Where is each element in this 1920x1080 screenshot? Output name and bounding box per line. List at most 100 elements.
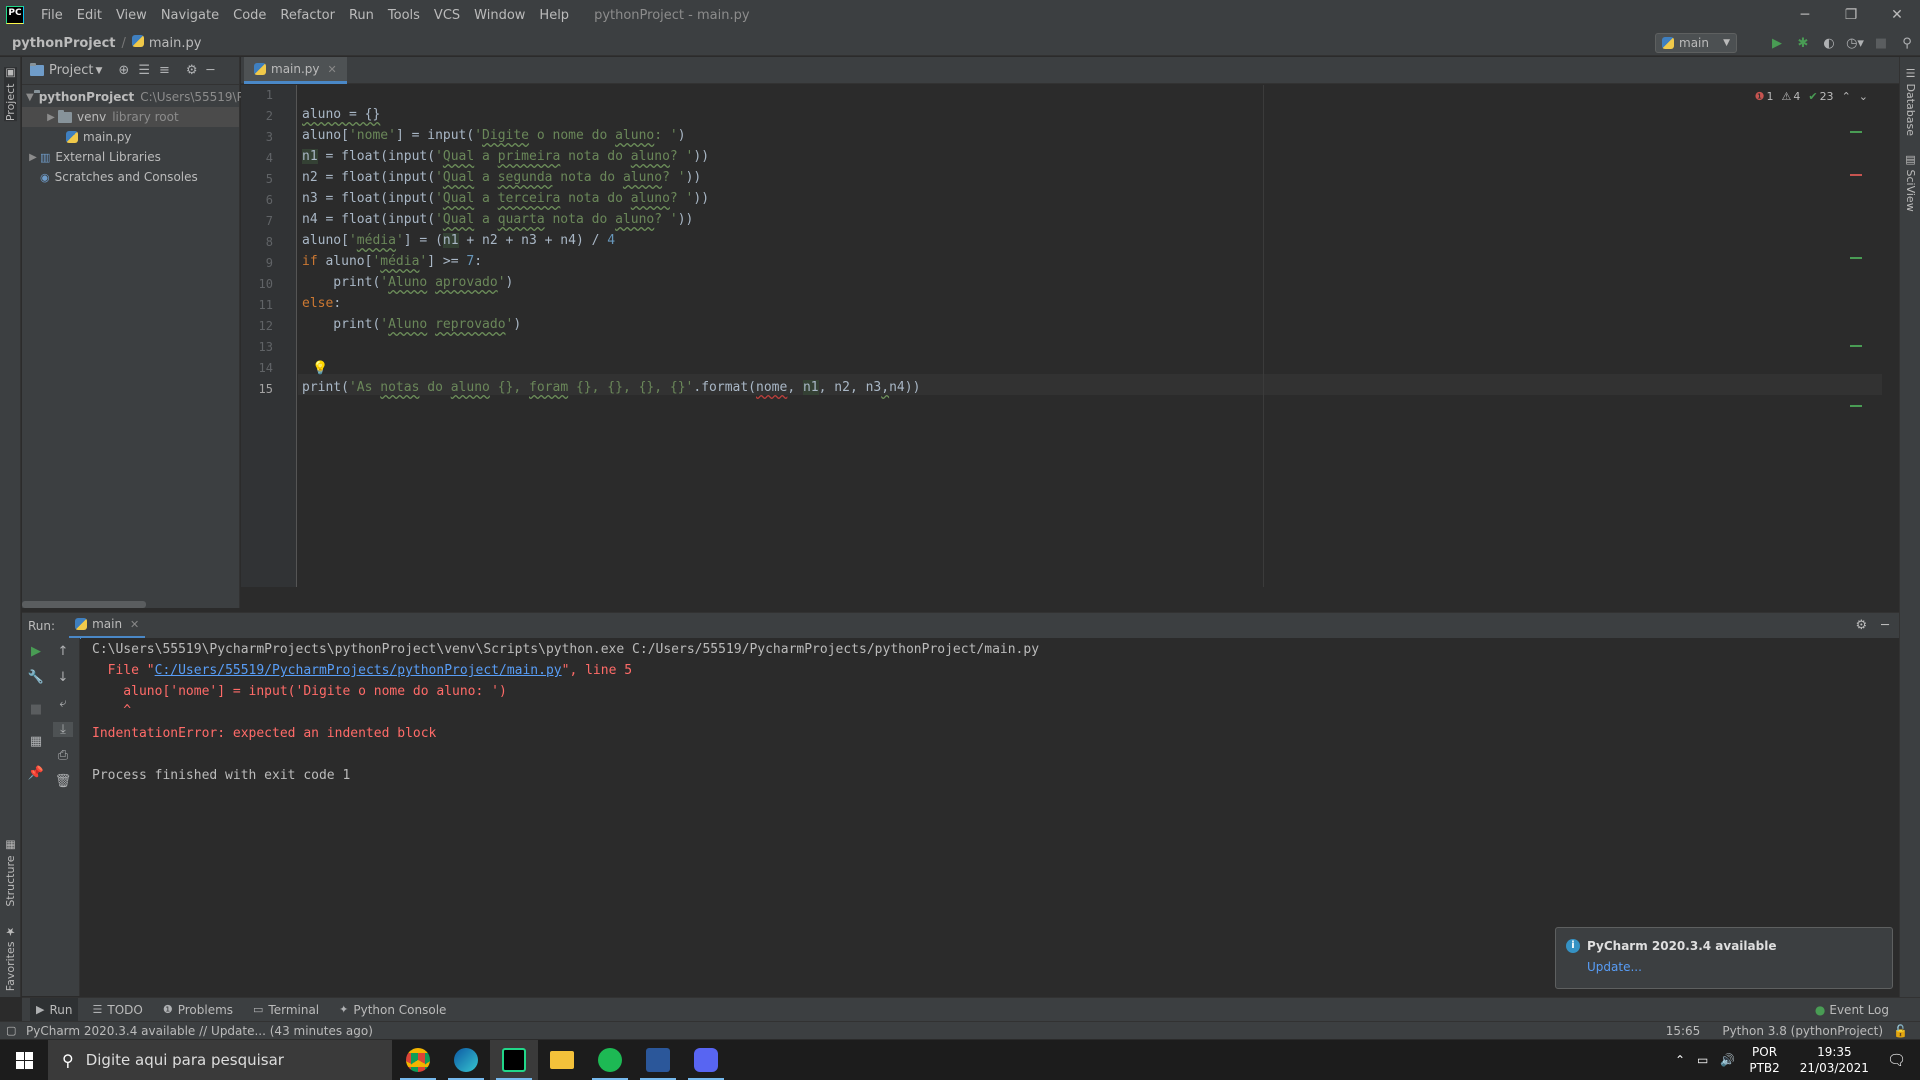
expand-all-icon[interactable]: ☰ (138, 63, 150, 78)
caret-position[interactable]: 15:65 (1666, 1024, 1701, 1038)
layout-icon[interactable]: ▦ (26, 734, 46, 749)
terminal-tool-button[interactable]: ▭ Terminal (247, 998, 325, 1022)
toggle-tool-windows-icon[interactable]: ▢ (6, 1024, 16, 1037)
tab-main-py[interactable]: main.py ✕ (244, 57, 347, 84)
project-scrollbar[interactable] (22, 601, 146, 608)
sciview-tool-button[interactable]: ▤ SciView (1904, 153, 1917, 212)
problems-tool-button[interactable]: ❶ Problems (157, 998, 239, 1022)
rerun-icon[interactable]: ▶ (26, 644, 46, 659)
project-tool-button[interactable]: Project ▣ (4, 67, 17, 122)
tree-item-main-py[interactable]: main.py (22, 127, 239, 147)
wrench-icon[interactable]: 🔧 (26, 670, 46, 685)
stop-icon[interactable]: ■ (1868, 36, 1894, 51)
lightbulb-icon[interactable]: 💡 (312, 361, 328, 376)
stop-icon[interactable]: ■ (26, 702, 46, 717)
clock[interactable]: 19:35 21/03/2021 (1800, 1044, 1869, 1076)
breadcrumb-file[interactable]: main.py (149, 36, 202, 51)
code-line-2: aluno = {} (302, 107, 381, 122)
menu-navigate[interactable]: Navigate (154, 8, 226, 23)
language-indicator[interactable]: POR PTB2 (1749, 1044, 1779, 1076)
volume-icon[interactable]: 🔊 (1720, 1053, 1735, 1067)
close-tab-icon[interactable]: ✕ (130, 618, 139, 631)
soft-wrap-icon[interactable]: ⤶ (53, 696, 73, 711)
update-link[interactable]: Update... (1587, 960, 1642, 974)
error-stripe-mark[interactable] (1850, 174, 1862, 176)
taskbar-word[interactable] (634, 1040, 682, 1080)
code-editor[interactable]: aluno = {} aluno['nome'] = input('Digite… (298, 85, 1882, 587)
update-notification[interactable]: i PyCharm 2020.3.4 available Update... (1555, 927, 1893, 989)
taskbar-search-box[interactable]: ⚲ Digite aqui para pesquisar (48, 1040, 392, 1080)
search-icon[interactable]: ⚲ (1894, 36, 1920, 51)
favorites-tool-button[interactable]: Favorites ★ (4, 925, 17, 991)
previous-highlight-icon[interactable]: ⌃ (1842, 90, 1851, 103)
coverage-icon[interactable]: ◐ (1816, 36, 1842, 51)
profile-icon[interactable]: ◷▾ (1842, 36, 1868, 51)
run-icon[interactable]: ▶ (1764, 36, 1790, 51)
database-tool-button[interactable]: ☰ Database (1904, 67, 1917, 136)
arrow-down-icon[interactable]: ↓ (53, 670, 73, 685)
hide-icon[interactable]: ─ (207, 63, 215, 78)
error-stripe-mark[interactable] (1850, 257, 1862, 259)
python-console-tool-button[interactable]: ✦ Python Console (333, 998, 452, 1022)
close-tab-icon[interactable]: ✕ (328, 63, 337, 76)
minimize-icon[interactable]: ─ (1782, 0, 1828, 30)
event-log-button[interactable]: ● Event Log (1815, 1003, 1889, 1017)
taskbar-file-explorer[interactable] (538, 1040, 586, 1080)
menu-refactor[interactable]: Refactor (273, 8, 342, 23)
arrow-up-icon[interactable]: ↑ (53, 644, 73, 659)
menu-run[interactable]: Run (342, 8, 381, 23)
menu-window[interactable]: Window (467, 8, 532, 23)
scroll-to-end-icon[interactable]: ⤓ (53, 722, 73, 737)
run-tool-button[interactable]: ▶ Run (30, 997, 79, 1022)
locate-icon[interactable]: ⊕ (118, 63, 129, 78)
pin-icon[interactable]: 📌 (26, 766, 46, 781)
error-stripe-mark[interactable] (1850, 345, 1862, 347)
todo-tool-button[interactable]: ☰ TODO (86, 998, 148, 1022)
hide-icon[interactable]: ─ (1881, 618, 1889, 633)
run-tab-main[interactable]: main ✕ (69, 613, 146, 639)
network-icon[interactable]: ▭ (1697, 1053, 1708, 1067)
gear-icon[interactable]: ⚙ (186, 63, 198, 78)
error-stripe-mark[interactable] (1850, 405, 1862, 407)
taskbar-chrome[interactable] (394, 1040, 442, 1080)
lock-icon[interactable]: 🔓 (1893, 1024, 1908, 1038)
interpreter-selector[interactable]: Python 3.8 (pythonProject) (1722, 1024, 1883, 1038)
menu-tools[interactable]: Tools (381, 8, 427, 23)
collapse-all-icon[interactable]: ≡ (159, 63, 170, 78)
restore-icon[interactable]: ❐ (1828, 0, 1874, 30)
tree-item-venv[interactable]: ▶ venv library root (22, 107, 239, 127)
inspection-widget[interactable]: ❶1 ⚠ 4 ✔ 23 ⌃ ⌄ (1747, 90, 1868, 103)
tree-item-scratches[interactable]: ◉ Scratches and Consoles (22, 167, 239, 187)
breadcrumb-project[interactable]: pythonProject (12, 36, 116, 51)
taskbar-spotify[interactable] (586, 1040, 634, 1080)
project-view-select[interactable]: Project (49, 63, 93, 78)
debug-icon[interactable]: ✱ (1790, 36, 1816, 51)
menu-file[interactable]: File (34, 8, 70, 23)
menu-code[interactable]: Code (226, 8, 273, 23)
start-button[interactable] (0, 1040, 48, 1080)
next-highlight-icon[interactable]: ⌄ (1859, 90, 1868, 103)
chevron-up-icon[interactable]: ⌃ (1675, 1053, 1685, 1067)
notification-center-icon[interactable]: 🗨 (1887, 1051, 1906, 1069)
tree-item-external-libraries[interactable]: ▶ ▥ External Libraries (22, 147, 239, 167)
status-message[interactable]: PyCharm 2020.3.4 available // Update... … (26, 1024, 373, 1038)
error-stripe-mark[interactable] (1850, 131, 1862, 133)
event-log-icon: ● (1814, 1002, 1826, 1017)
structure-tool-button[interactable]: Structure ▦ (4, 839, 17, 907)
python-file-icon (66, 131, 78, 143)
menu-view[interactable]: View (109, 8, 154, 23)
traceback-file-link[interactable]: C:/Users/55519/PycharmProjects/pythonPro… (155, 663, 562, 678)
menu-help[interactable]: Help (532, 8, 576, 23)
gear-icon[interactable]: ⚙ (1856, 618, 1868, 633)
close-icon[interactable]: ✕ (1874, 0, 1920, 30)
tree-item-project-root[interactable]: ▼ pythonProject C:\Users\55519\P (22, 87, 244, 107)
print-icon[interactable]: ⎙ (53, 748, 73, 763)
taskbar-discord[interactable] (682, 1040, 730, 1080)
trash-icon[interactable]: 🗑 (53, 774, 73, 789)
taskbar-pycharm[interactable] (490, 1040, 538, 1080)
menu-edit[interactable]: Edit (70, 8, 109, 23)
python-icon (1662, 37, 1674, 49)
taskbar-edge[interactable] (442, 1040, 490, 1080)
menu-vcs[interactable]: VCS (427, 8, 467, 23)
run-configuration-select[interactable]: main ▼ (1655, 33, 1737, 53)
